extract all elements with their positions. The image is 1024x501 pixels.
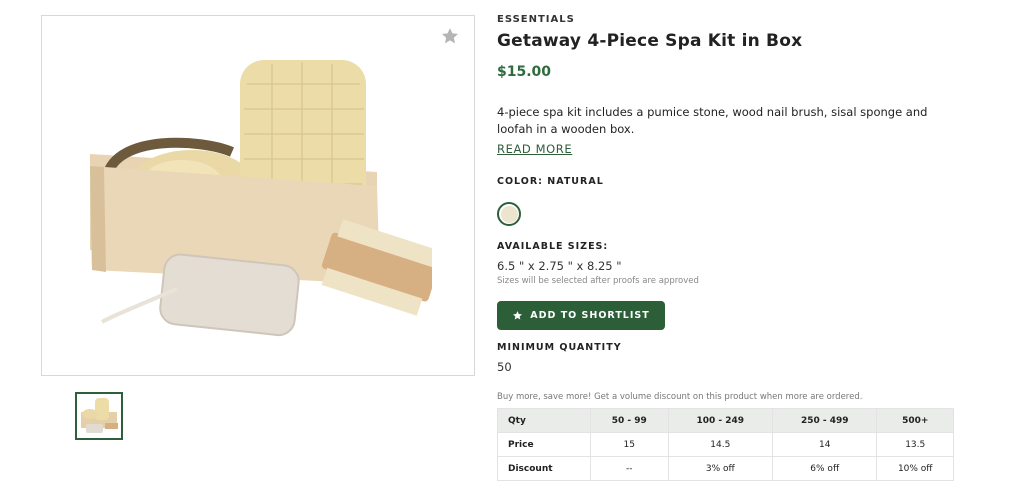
product-category: ESSENTIALS — [497, 14, 575, 25]
read-more-link[interactable]: READ MORE — [497, 142, 572, 156]
product-info: ESSENTIALS Getaway 4-Piece Spa Kit in Bo… — [497, 14, 967, 481]
sizes-label: AVAILABLE SIZES: — [497, 241, 609, 252]
header-cell: Qty — [497, 408, 591, 433]
table-cell: 14.5 — [667, 432, 774, 457]
header-cell: 100 - 249 — [667, 408, 774, 433]
table-cell: -- — [590, 456, 669, 481]
product-thumbnail[interactable] — [75, 392, 123, 440]
spa-kit-illustration — [90, 60, 432, 337]
header-cell: 50 - 99 — [590, 408, 669, 433]
main-product-image — [41, 15, 475, 376]
star-icon — [513, 311, 523, 320]
header-cell: 500+ — [876, 408, 954, 433]
size-value: 6.5 " x 2.75 " x 8.25 " — [497, 259, 622, 273]
table-row: Price 15 14.5 14 13.5 — [497, 432, 954, 457]
table-cell: 14 — [771, 432, 878, 457]
shortlist-label: ADD TO SHORTLIST — [530, 310, 650, 321]
volume-discount-note: Buy more, save more! Get a volume discou… — [497, 392, 863, 402]
favorite-star-icon[interactable] — [440, 26, 460, 46]
product-description: 4-piece spa kit includes a pumice stone,… — [497, 105, 928, 136]
pricing-header-row: Qty 50 - 99 100 - 249 250 - 499 500+ — [497, 408, 954, 433]
table-cell: 15 — [590, 432, 669, 457]
product-price: $15.00 — [497, 64, 552, 80]
table-cell: 3% off — [667, 456, 774, 481]
add-to-shortlist-button[interactable]: ADD TO SHORTLIST — [497, 301, 665, 330]
header-cell: 250 - 499 — [771, 408, 878, 433]
pricing-table: Qty 50 - 99 100 - 249 250 - 499 500+ Pri… — [497, 408, 954, 481]
thumbnail-image — [77, 394, 121, 438]
table-cell: 6% off — [771, 456, 878, 481]
row-label: Price — [497, 432, 591, 457]
size-note: Sizes will be selected after proofs are … — [497, 276, 699, 286]
minimum-quantity-label: MINIMUM QUANTITY — [497, 342, 622, 353]
table-cell: 13.5 — [876, 432, 954, 457]
color-swatch-natural[interactable] — [497, 202, 521, 226]
table-cell: 10% off — [876, 456, 954, 481]
row-label: Discount — [497, 456, 591, 481]
table-row: Discount -- 3% off 6% off 10% off — [497, 456, 954, 481]
color-label: COLOR: NATURAL — [497, 176, 604, 187]
swatch-fill — [500, 205, 518, 223]
minimum-quantity-value: 50 — [497, 360, 512, 374]
product-title: Getaway 4-Piece Spa Kit in Box — [497, 31, 803, 51]
